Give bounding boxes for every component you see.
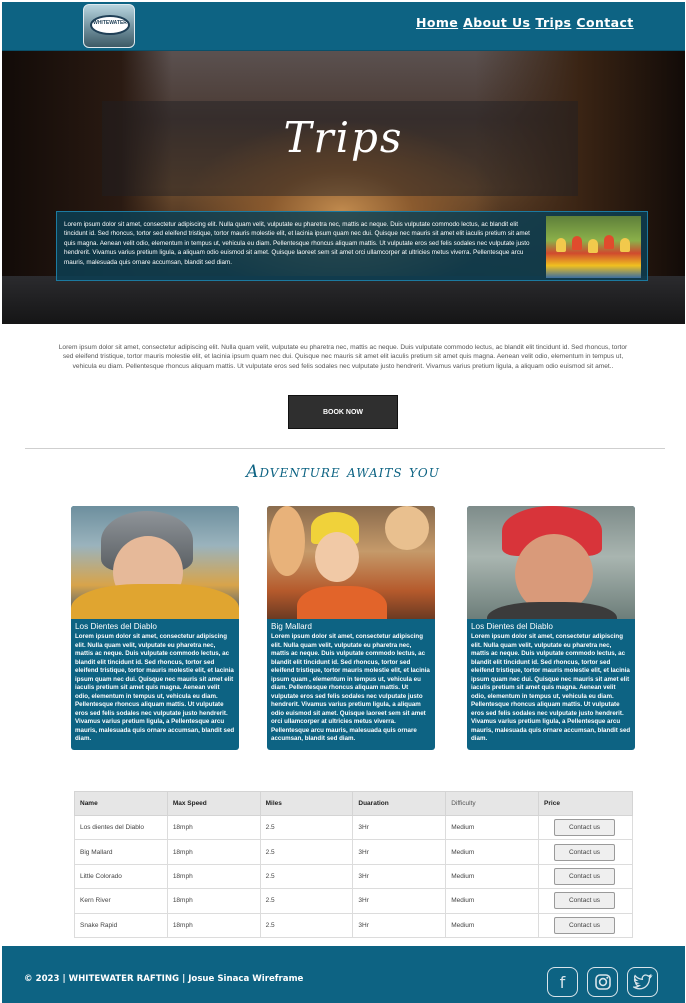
section-heading: Adventure awaits you: [246, 462, 440, 482]
column-header-price: Price: [538, 791, 633, 816]
cell-name: Big Mallard: [74, 839, 168, 865]
cell-price: Contact us: [538, 814, 633, 841]
site-header: WHITEWATER Home About Us Trips Contact: [2, 2, 685, 51]
cell-difficulty: Medium: [445, 839, 540, 865]
table-row: Little Colorado 18mph 2.5 3Hr Medium Con…: [74, 863, 633, 890]
trip-card-photo: [71, 506, 239, 619]
column-header-duration: Duaration: [352, 791, 447, 816]
trip-card[interactable]: Los Dientes del Diablo Lorem ipsum dolor…: [467, 506, 635, 750]
cell-max-speed: 18mph: [166, 814, 261, 841]
cell-difficulty: Medium: [445, 912, 540, 938]
cell-duration: 3Hr: [352, 912, 447, 938]
trip-card-title: Big Mallard: [271, 622, 312, 631]
trip-card-title: Los Dientes del Diablo: [75, 622, 157, 631]
table-row: Snake Rapid 18mph 2.5 3Hr Medium Contact…: [74, 912, 633, 938]
hero-text-box: Lorem ipsum dolor sit amet, consectetur …: [56, 211, 648, 281]
twitter-glyph: [632, 973, 653, 990]
column-header-name: Name: [74, 791, 168, 816]
trip-card-text: Lorem ipsum dolor sit amet, consectetur …: [271, 633, 430, 742]
twitter-icon[interactable]: [627, 967, 658, 997]
table-header-row: Name Max Speed Miles Duaration Difficult…: [74, 791, 633, 816]
column-header-max-speed: Max Speed: [166, 791, 261, 816]
cell-duration: 3Hr: [352, 863, 447, 890]
hero-banner: Trips Lorem ipsum dolor sit amet, consec…: [2, 51, 685, 324]
cell-price: Contact us: [538, 839, 633, 865]
trip-card[interactable]: Los Dientes del Diablo Lorem ipsum dolor…: [71, 506, 239, 750]
contact-us-button[interactable]: Contact us: [554, 916, 616, 934]
section-divider: [25, 448, 665, 449]
cell-miles: 2.5: [259, 839, 354, 865]
cell-price: Contact us: [538, 863, 633, 890]
table-row: Kern River 18mph 2.5 3Hr Medium Contact …: [74, 888, 633, 914]
nav-link-home[interactable]: Home: [416, 15, 458, 30]
trip-card-photo: [467, 506, 635, 619]
cell-name: Little Colorado: [74, 863, 168, 890]
nav-link-contact[interactable]: Contact: [576, 15, 633, 30]
cell-name: Los dientes del Diablo: [74, 814, 168, 841]
footer-copyright: © 2023 | WHITEWATER RAFTING | Josue Sina…: [24, 974, 304, 984]
page-title: Trips: [283, 113, 404, 162]
main-nav: Home About Us Trips Contact: [416, 15, 634, 30]
contact-us-button[interactable]: Contact us: [554, 892, 616, 910]
cell-max-speed: 18mph: [166, 839, 261, 865]
column-header-difficulty: Difficulty: [445, 791, 540, 816]
facebook-icon[interactable]: f: [547, 967, 578, 997]
cell-max-speed: 18mph: [166, 863, 261, 890]
hero-river: [2, 276, 685, 324]
cell-max-speed: 18mph: [166, 912, 261, 938]
cell-difficulty: Medium: [445, 863, 540, 890]
cell-price: Contact us: [538, 912, 633, 938]
cell-price: Contact us: [538, 888, 633, 914]
contact-us-button[interactable]: Contact us: [554, 819, 616, 837]
instagram-glyph: [594, 974, 611, 990]
instagram-icon[interactable]: [587, 967, 618, 997]
cell-miles: 2.5: [259, 888, 354, 914]
trip-card-title: Los Dientes del Diablo: [471, 622, 553, 631]
nav-link-about-us[interactable]: About Us: [463, 15, 530, 30]
column-header-miles: Miles: [259, 791, 354, 816]
cell-name: Snake Rapid: [74, 912, 168, 938]
cell-miles: 2.5: [259, 912, 354, 938]
cell-duration: 3Hr: [352, 814, 447, 841]
site-footer: © 2023 | WHITEWATER RAFTING | Josue Sina…: [2, 946, 685, 1003]
trip-card-text: Lorem ipsum dolor sit amet, consectetur …: [75, 633, 235, 742]
hero-group-photo: [546, 216, 641, 278]
trip-card-text: Lorem ipsum dolor sit amet, consectetur …: [471, 633, 631, 742]
logo-text: WHITEWATER: [93, 20, 127, 26]
cell-miles: 2.5: [259, 814, 354, 841]
cell-duration: 3Hr: [352, 839, 447, 865]
cell-miles: 2.5: [259, 863, 354, 890]
cell-name: Kern River: [74, 888, 168, 914]
contact-us-button[interactable]: Contact us: [554, 867, 616, 885]
contact-us-button[interactable]: Contact us: [554, 843, 616, 861]
cell-difficulty: Medium: [445, 814, 540, 841]
intro-paragraph: Lorem ipsum dolor sit amet, consectetur …: [58, 344, 628, 370]
trip-card-photo: [267, 506, 435, 619]
table-row: Big Mallard 18mph 2.5 3Hr Medium Contact…: [74, 839, 633, 865]
nav-link-trips[interactable]: Trips: [535, 15, 571, 30]
cell-duration: 3Hr: [352, 888, 447, 914]
hero-description: Lorem ipsum dolor sit amet, consectetur …: [64, 221, 530, 266]
book-now-button[interactable]: BOOK NOW: [288, 395, 398, 429]
cell-max-speed: 18mph: [166, 888, 261, 914]
trip-card[interactable]: Big Mallard Lorem ipsum dolor sit amet, …: [267, 506, 435, 750]
table-row: Los dientes del Diablo 18mph 2.5 3Hr Med…: [74, 814, 633, 841]
logo[interactable]: WHITEWATER: [83, 4, 135, 48]
trips-table: Name Max Speed Miles Duaration Difficult…: [74, 791, 633, 938]
cell-difficulty: Medium: [445, 888, 540, 914]
